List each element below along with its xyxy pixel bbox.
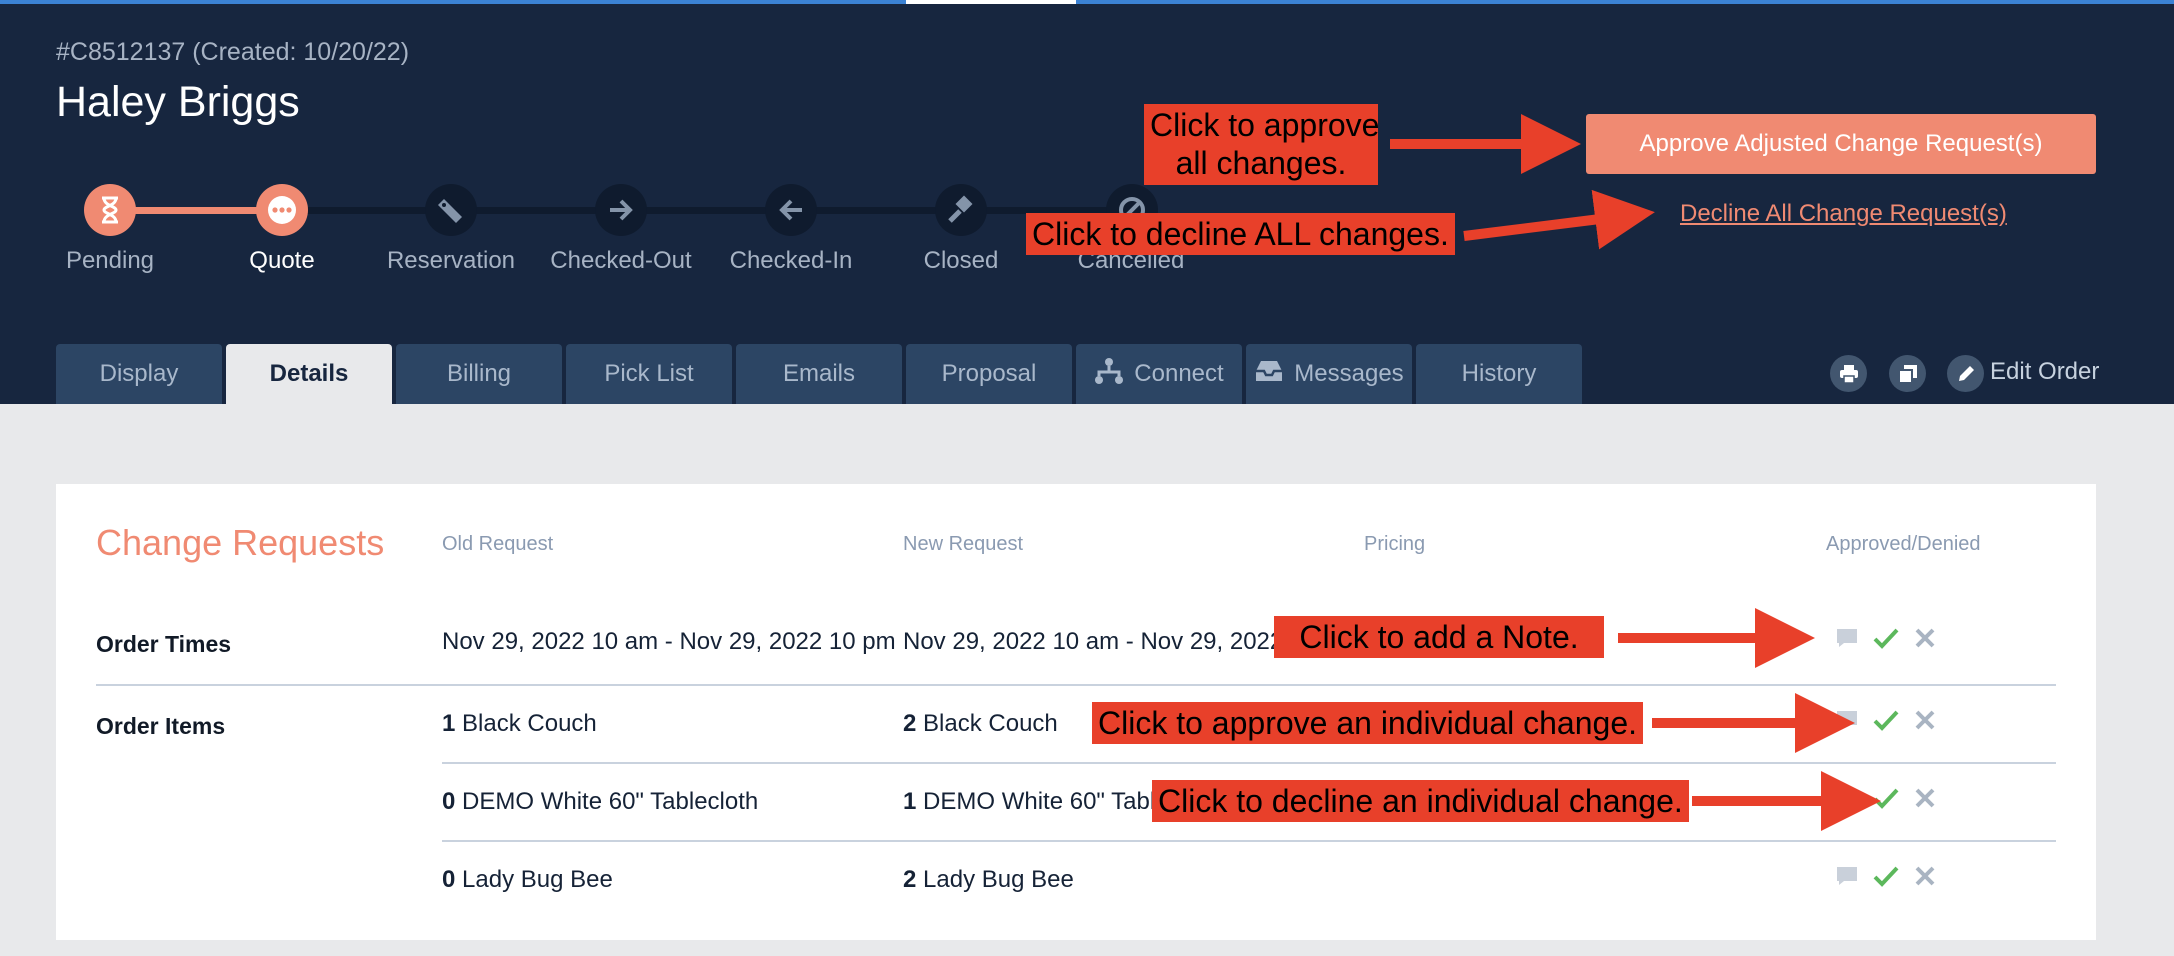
annotation-arrows: [1390, 114, 1881, 831]
